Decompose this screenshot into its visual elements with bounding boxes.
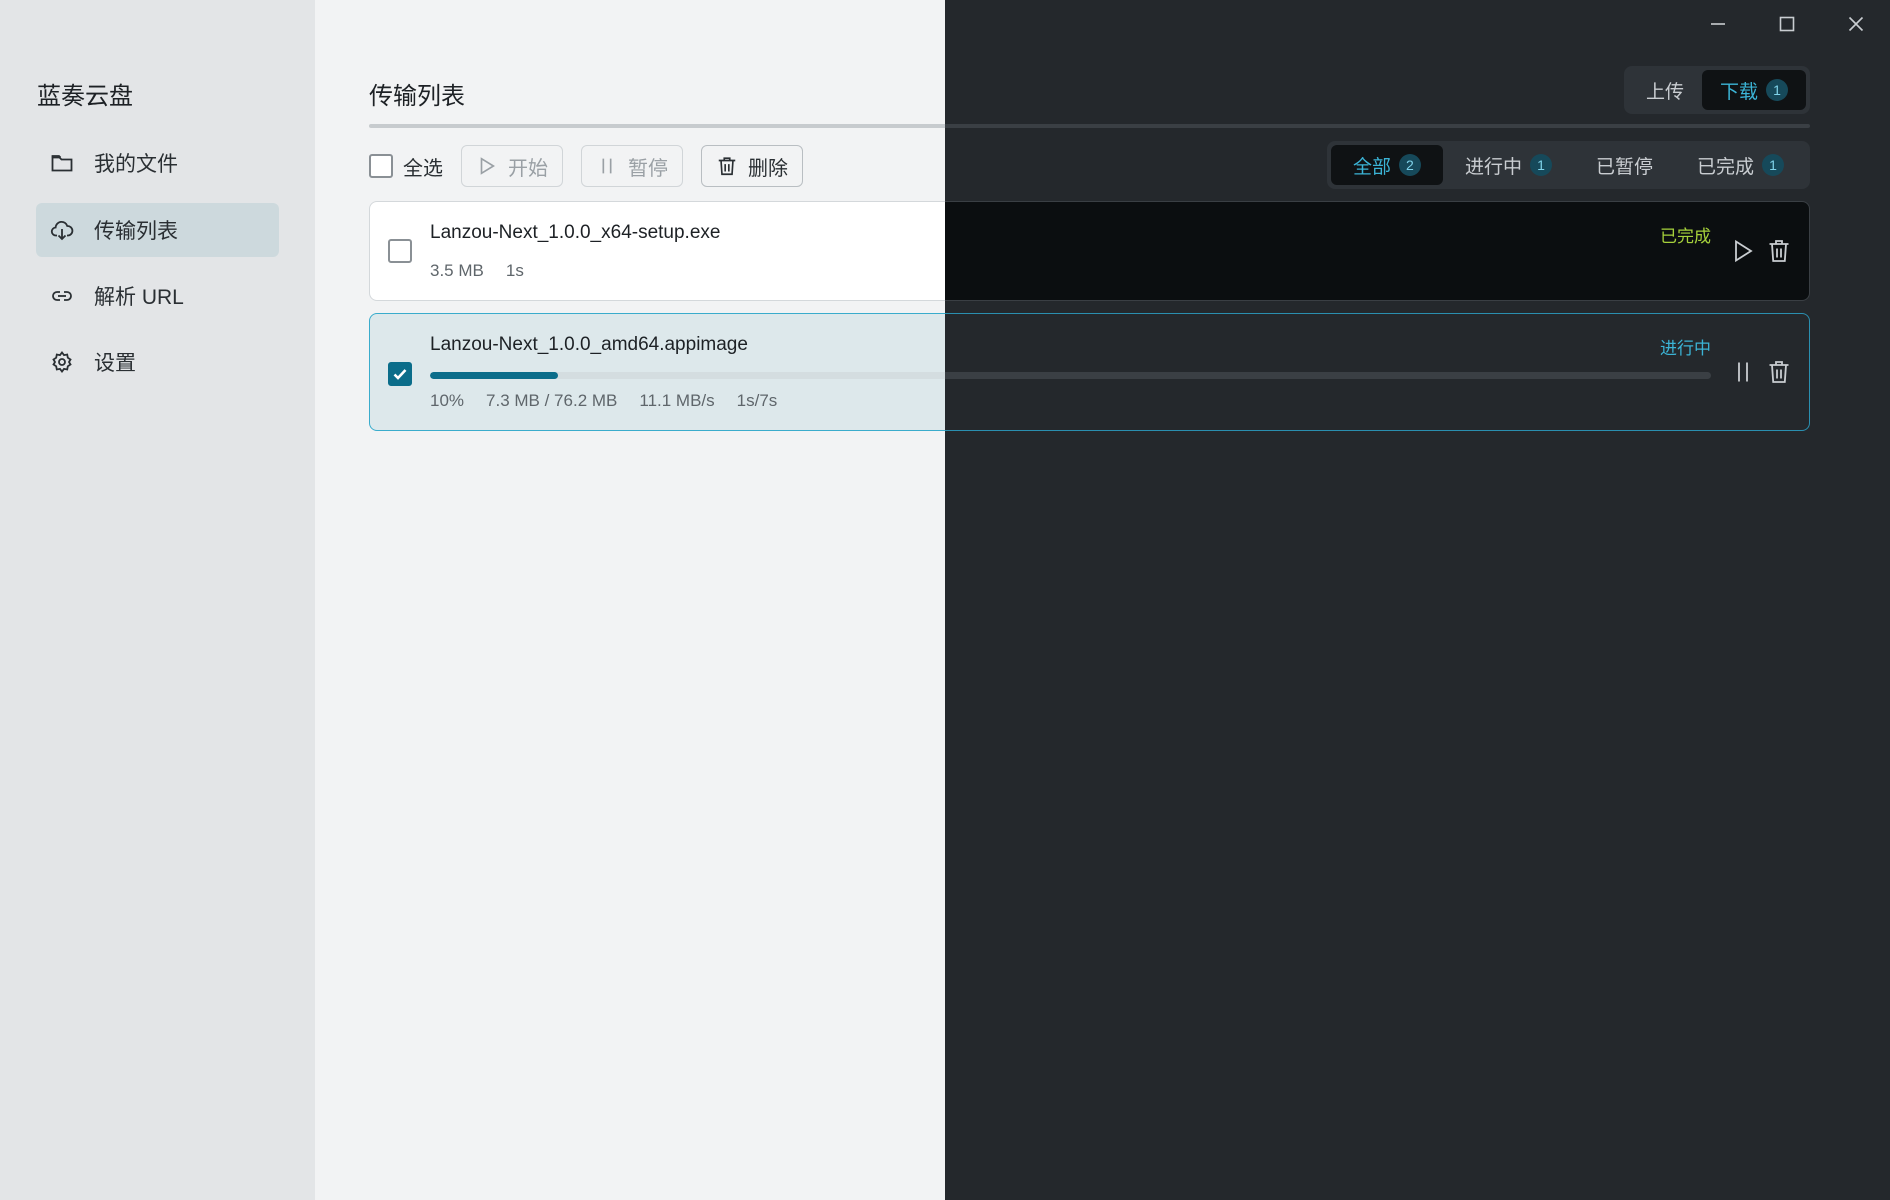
cloud-download-icon bbox=[50, 220, 74, 241]
app-window: 蓝奏云盘 我的文件 传输列表 解析 URL 设置 bbox=[0, 0, 1890, 1200]
sidebar-item-transfer-list[interactable]: 传输列表 bbox=[36, 203, 279, 257]
maximize-icon bbox=[1779, 16, 1794, 32]
tab-label: 已完成 bbox=[1696, 156, 1754, 178]
task-file-name: Lanzou-Next_1.0.0_x64-setup.exe bbox=[430, 222, 721, 243]
progress-fill bbox=[430, 372, 559, 379]
tab-upload[interactable]: 上传 bbox=[1628, 70, 1702, 110]
direction-tabs: 上传 下载 1 bbox=[1623, 66, 1810, 114]
pause-button[interactable]: 暂停 bbox=[581, 145, 683, 187]
task-row[interactable]: Lanzou-Next_1.0.0_x64-setup.exe 3.5 MB 1… bbox=[369, 201, 945, 301]
folder-icon bbox=[51, 155, 73, 172]
task-actions bbox=[1731, 359, 1791, 385]
sidebar-item-label: 解析 URL bbox=[94, 286, 184, 309]
task-actions bbox=[1731, 238, 1791, 264]
start-label: 开始 bbox=[508, 157, 548, 180]
app-name: 蓝奏云盘 bbox=[37, 83, 133, 110]
tab-in-progress[interactable]: 进行中 1 bbox=[1443, 145, 1574, 185]
count-badge: 2 bbox=[1398, 154, 1421, 176]
task-meta: 3.5 MB 1s bbox=[430, 261, 524, 281]
check-icon bbox=[393, 369, 407, 380]
trash-icon bbox=[1769, 361, 1789, 383]
task-row[interactable]: Lanzou-Next_1.0.0_amd64.appimage 进行中 10%… bbox=[369, 313, 945, 431]
task-time: 1s/7s bbox=[736, 391, 778, 410]
task-speed: 11.1 MB/s bbox=[639, 391, 715, 410]
link-icon bbox=[52, 291, 72, 301]
sidebar-item-label: 设置 bbox=[94, 352, 136, 375]
select-all-checkbox[interactable] bbox=[369, 154, 393, 178]
status-completed: 已完成 bbox=[1660, 227, 1711, 246]
gear-icon bbox=[52, 351, 72, 373]
trash-icon bbox=[1769, 240, 1789, 262]
sidebar-item-label: 传输列表 bbox=[94, 220, 178, 243]
title-divider bbox=[369, 124, 945, 128]
resume-button[interactable] bbox=[1731, 238, 1755, 264]
pause-icon bbox=[602, 158, 612, 174]
start-button[interactable]: 开始 bbox=[461, 145, 563, 187]
task-checkbox[interactable] bbox=[388, 362, 412, 386]
sidebar-item-settings[interactable]: 设置 bbox=[36, 335, 279, 389]
tab-label: 下载 bbox=[1719, 81, 1758, 103]
pause-label: 暂停 bbox=[628, 157, 668, 180]
minimize-icon bbox=[1710, 23, 1725, 25]
sidebar-item-label: 我的文件 bbox=[94, 153, 178, 176]
sidebar-item-parse-url[interactable]: 解析 URL bbox=[36, 269, 279, 323]
filter-tabs: 全部 2 进行中 1 已暂停 已完成 1 bbox=[1326, 141, 1810, 189]
window-controls bbox=[1683, 0, 1890, 48]
delete-label: 删除 bbox=[748, 157, 788, 180]
delete-task-button[interactable] bbox=[1767, 238, 1791, 264]
tab-label: 已暂停 bbox=[1595, 156, 1653, 178]
close-icon bbox=[1848, 16, 1863, 32]
select-all-label[interactable]: 全选 bbox=[403, 152, 443, 181]
delete-button[interactable]: 删除 bbox=[701, 145, 803, 187]
delete-task-button[interactable] bbox=[1767, 359, 1791, 385]
task-meta: 10% 7.3 MB / 76.2 MB 11.1 MB/s 1s/7s bbox=[430, 391, 777, 411]
sidebar: 蓝奏云盘 我的文件 传输列表 解析 URL 设置 bbox=[0, 0, 315, 1200]
minimize-button[interactable] bbox=[1683, 0, 1752, 48]
pause-task-button[interactable] bbox=[1731, 359, 1755, 385]
tab-label: 进行中 bbox=[1464, 156, 1522, 178]
count-badge: 1 bbox=[1529, 154, 1552, 176]
play-icon bbox=[1735, 239, 1753, 263]
light-layer: 蓝奏云盘 我的文件 传输列表 解析 URL 设置 传输列表 全选 开始 暂停 删… bbox=[0, 0, 945, 1200]
page-title: 传输列表 bbox=[369, 83, 465, 110]
task-percent: 10% bbox=[430, 391, 465, 410]
play-icon bbox=[480, 157, 495, 175]
tab-label: 上传 bbox=[1645, 81, 1684, 103]
task-time: 1s bbox=[505, 261, 524, 280]
task-transferred: 7.3 MB / 76.2 MB bbox=[486, 391, 618, 410]
pause-icon bbox=[1738, 362, 1748, 382]
tab-all[interactable]: 全部 2 bbox=[1330, 145, 1443, 185]
task-file-name: Lanzou-Next_1.0.0_amd64.appimage bbox=[430, 334, 748, 355]
light-theme-preview: 蓝奏云盘 我的文件 传输列表 解析 URL 设置 传输列表 全选 开始 暂停 删… bbox=[0, 0, 945, 1200]
sidebar-item-my-files[interactable]: 我的文件 bbox=[36, 136, 279, 190]
task-checkbox[interactable] bbox=[388, 239, 412, 263]
trash-icon bbox=[718, 157, 736, 176]
main-panel: 传输列表 上传 下载1 全选 开始 暂停 删除 bbox=[315, 0, 945, 1200]
task-size: 3.5 MB bbox=[430, 261, 484, 280]
count-badge: 1 bbox=[1766, 79, 1788, 101]
progress-bar bbox=[430, 372, 945, 379]
close-button[interactable] bbox=[1821, 0, 1890, 48]
tab-completed[interactable]: 已完成 1 bbox=[1675, 145, 1806, 185]
maximize-button[interactable] bbox=[1752, 0, 1821, 48]
tab-label: 全部 bbox=[1352, 156, 1391, 178]
status-running: 进行中 bbox=[1660, 339, 1711, 358]
toolbar: 全选 开始 暂停 删除 bbox=[369, 145, 821, 187]
tab-download[interactable]: 下载 1 bbox=[1701, 70, 1806, 110]
count-badge: 1 bbox=[1762, 154, 1784, 176]
tab-paused[interactable]: 已暂停 bbox=[1574, 145, 1675, 185]
